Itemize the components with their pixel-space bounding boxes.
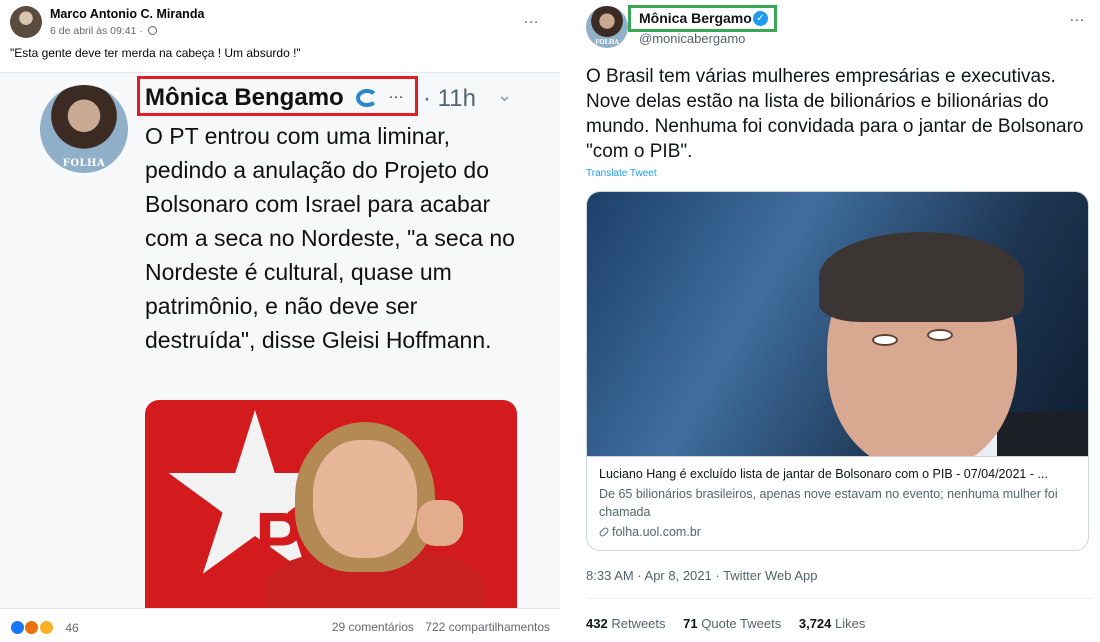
likes-label: Likes	[835, 616, 866, 631]
quote-tweets-stat[interactable]: 71 Quote Tweets	[683, 616, 781, 631]
swirl-icon	[356, 89, 378, 107]
post-timestamp[interactable]: 6 de abril às 09:41 ·	[50, 25, 157, 37]
screenshot-author-name: Mônica Bengamo	[145, 84, 344, 111]
reactions-count: 46	[65, 620, 79, 635]
haha-reaction-icon	[38, 620, 54, 636]
tweet-stats: 432 Retweets 71 Quote Tweets 3,724 Likes	[586, 616, 879, 631]
folha-logo-text: FOLHA	[62, 158, 106, 169]
tweet: FOLHA Mônica Bergamo ✓ @monicabergamo … …	[570, 0, 1100, 642]
post-caption: "Esta gente deve ter merda na cabeça ! U…	[10, 46, 301, 60]
shared-screenshot-image[interactable]: FOLHA Mônica Bengamo … · 11h ⌄ O PT entr…	[0, 73, 560, 608]
avatar[interactable]	[10, 6, 42, 38]
link-preview-card[interactable]: Luciano Hang é excluído lista de jantar …	[586, 191, 1089, 551]
likes-count: 3,724	[798, 616, 832, 631]
reactions-summary[interactable]: 46	[10, 619, 79, 636]
like-reaction-icon	[10, 620, 25, 636]
author-name[interactable]: Marco Antonio C. Miranda	[50, 7, 204, 21]
shares-count-link[interactable]: 722 compartilhamentos	[425, 620, 550, 634]
quote-tweets-label: Quote Tweets	[701, 616, 782, 631]
post-header: Marco Antonio C. Miranda 6 de abril às 0…	[10, 6, 550, 42]
more-options-icon[interactable]: …	[1069, 8, 1086, 26]
translate-tweet-link[interactable]: Translate Tweet	[586, 168, 657, 179]
folha-logo-text: FOLHA	[594, 39, 620, 46]
facebook-post: Marco Antonio C. Miranda 6 de abril às 0…	[0, 0, 560, 642]
link-icon	[598, 526, 610, 538]
hair-graphic	[819, 232, 1024, 322]
ellipsis-text: …	[388, 85, 404, 102]
more-options-icon[interactable]: …	[523, 10, 540, 28]
card-domain-text: folha.uol.com.br	[612, 525, 701, 539]
angry-reaction-icon	[24, 620, 40, 636]
timestamp-text: 6 de abril às 09:41 ·	[50, 25, 146, 37]
eye-graphic	[872, 334, 898, 346]
comments-count-link[interactable]: 29 comentários	[332, 620, 414, 634]
card-title: Luciano Hang é excluído lista de jantar …	[599, 467, 1048, 481]
tweet-text: O Brasil tem várias mulheres empresárias…	[586, 66, 1084, 162]
card-body: Luciano Hang é excluído lista de jantar …	[587, 456, 1088, 550]
screenshot-tweet-text: O PT entrou com uma liminar, pedindo a a…	[145, 123, 515, 353]
post-footer: 46 29 comentários 722 compartilhamentos	[0, 608, 560, 642]
user-handle[interactable]: @monicabergamo	[639, 31, 745, 46]
display-name[interactable]: Mônica Bergamo	[639, 10, 752, 26]
card-image	[587, 192, 1088, 456]
chevron-down-icon: ⌄	[497, 85, 513, 105]
person-face-graphic	[313, 440, 417, 558]
screenshot-time: · 11h	[423, 85, 476, 112]
avatar[interactable]: FOLHA	[586, 6, 628, 48]
eye-graphic	[927, 329, 953, 341]
quote-tweets-count: 71	[683, 616, 698, 631]
likes-stat[interactable]: 3,724 Likes	[799, 616, 866, 631]
retweets-label: Retweets	[611, 616, 666, 631]
pointing-hand-graphic	[417, 500, 463, 546]
globe-icon	[147, 26, 157, 35]
tweet-timestamp[interactable]: 8:33 AM · Apr 8, 2021 · Twitter Web App	[586, 568, 817, 583]
card-description: De 65 bilionários brasileiros, apenas no…	[599, 487, 1058, 519]
engagement-stats: 29 comentários 722 compartilhamentos	[324, 620, 550, 634]
screenshot-photo: P	[145, 400, 517, 608]
card-domain: folha.uol.com.br	[598, 523, 1078, 541]
screenshot-avatar: FOLHA	[40, 85, 128, 173]
retweets-count: 432	[586, 616, 608, 631]
verified-badge-icon: ✓	[753, 11, 768, 26]
retweets-stat[interactable]: 432 Retweets	[586, 616, 666, 631]
divider	[586, 598, 1094, 599]
